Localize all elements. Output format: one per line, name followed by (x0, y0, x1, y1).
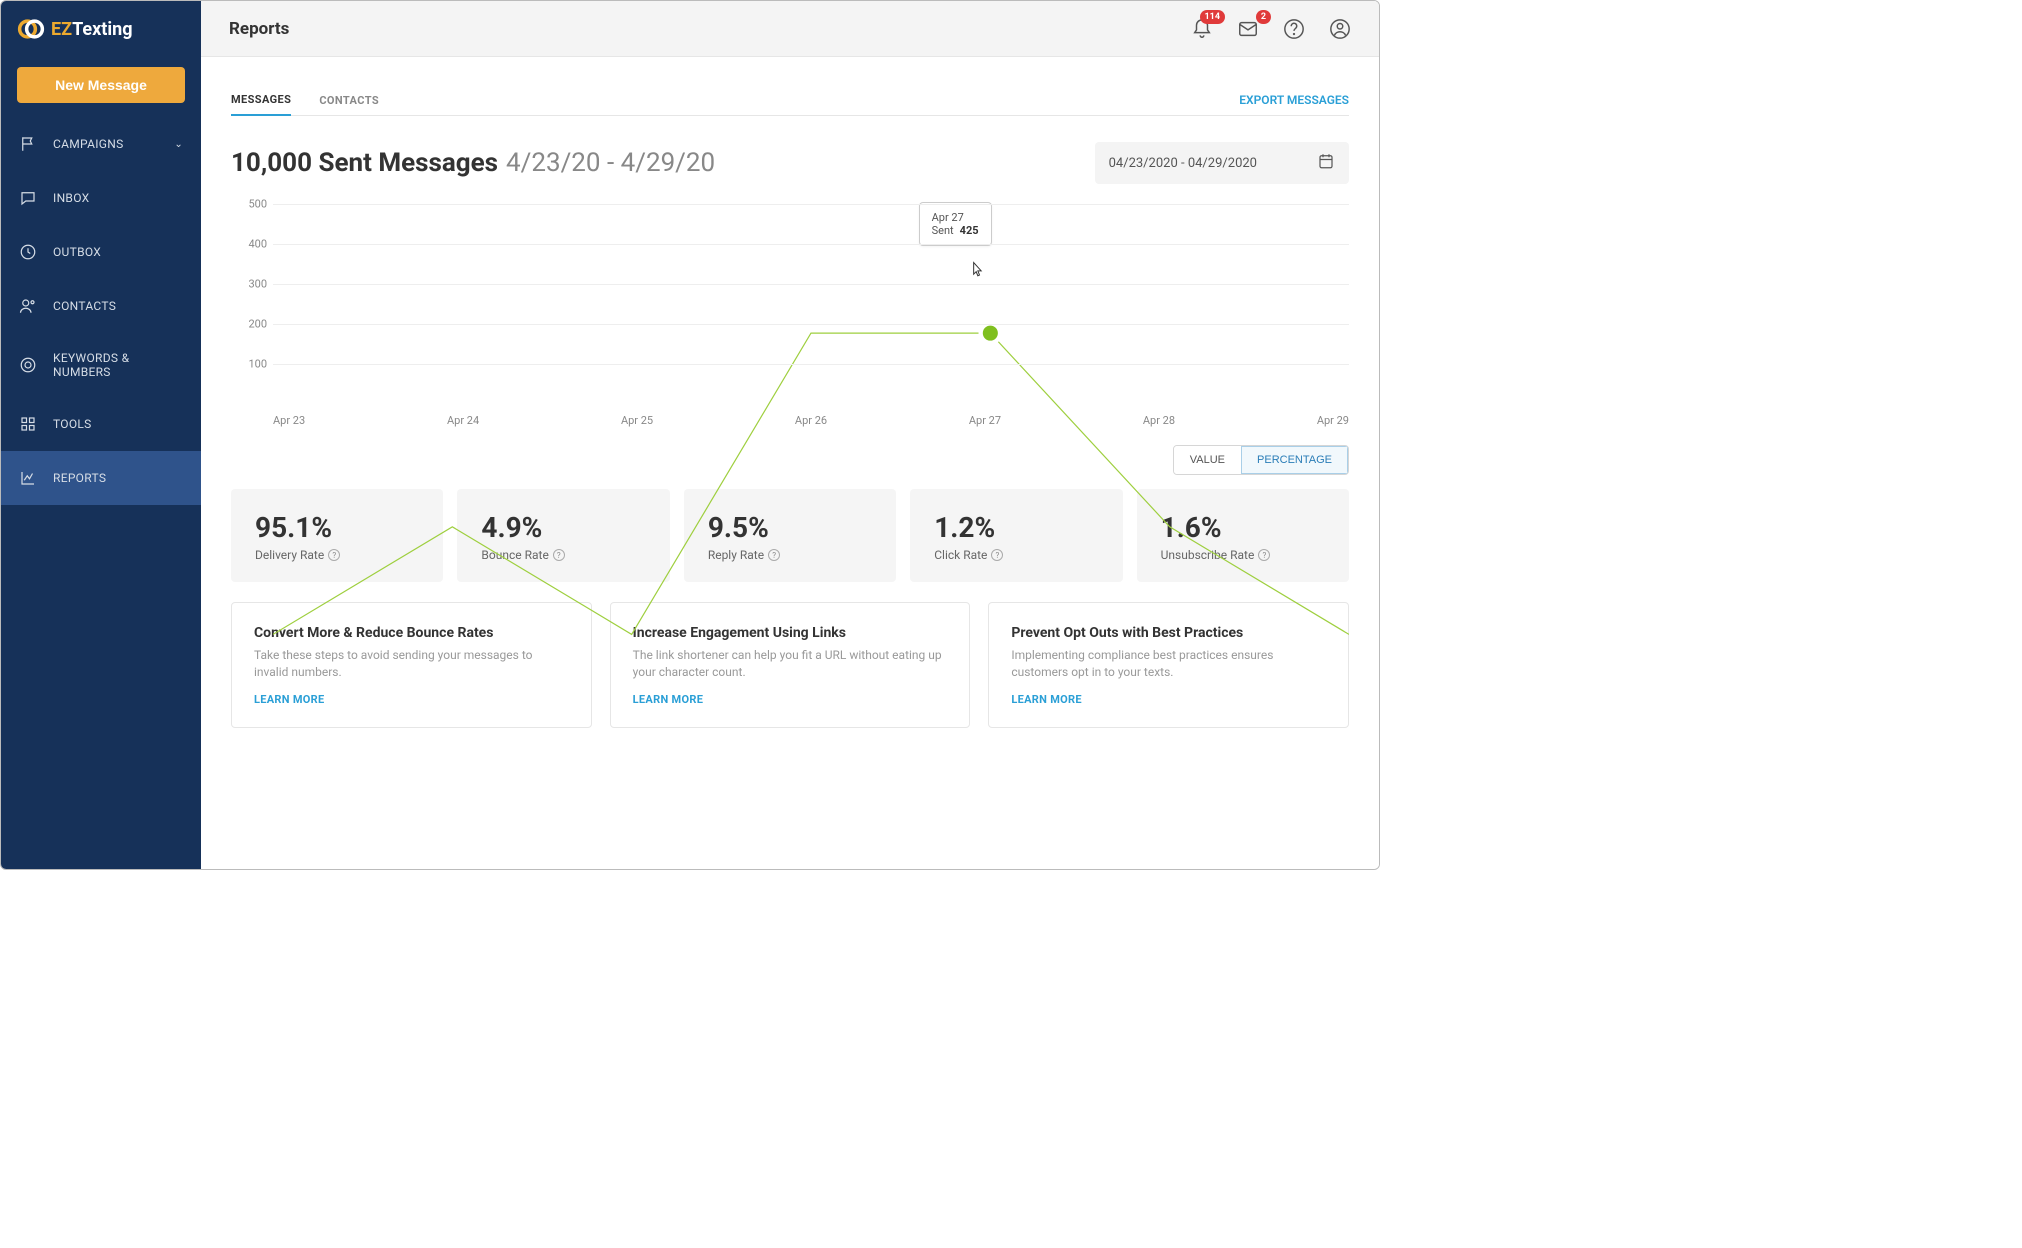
tab-contacts[interactable]: CONTACTS (319, 86, 379, 115)
chart-ytick: 200 (233, 318, 267, 331)
sidebar-item-label: REPORTS (53, 471, 106, 485)
brand-name: EZTexting (51, 19, 133, 40)
users-icon (19, 297, 37, 315)
chart-ytick: 100 (233, 358, 267, 371)
sidebar-item-reports[interactable]: REPORTS (1, 451, 201, 505)
tooltip-label: Sent (932, 224, 954, 237)
grid-icon (19, 415, 37, 433)
help-button[interactable] (1283, 18, 1305, 40)
sidebar-item-outbox[interactable]: OUTBOX (1, 225, 201, 279)
content-area: MESSAGES CONTACTS EXPORT MESSAGES 10,000… (201, 57, 1379, 869)
account-button[interactable] (1329, 18, 1351, 40)
new-message-button[interactable]: New Message (17, 67, 185, 103)
chevron-down-icon: ⌄ (174, 139, 183, 150)
chart-ytick: 300 (233, 278, 267, 291)
notifications-badge: 114 (1200, 10, 1226, 24)
target-icon (19, 356, 37, 374)
message-icon (19, 189, 37, 207)
sent-messages-chart: Apr 27 Sent425 100200300400500 Apr 23Apr… (231, 204, 1349, 427)
cursor-icon (967, 260, 987, 284)
page-heading: Reports (229, 19, 289, 39)
topbar: Reports 114 2 (201, 1, 1379, 57)
sidebar-item-tools[interactable]: TOOLS (1, 397, 201, 451)
calendar-icon (1317, 152, 1335, 174)
sidebar-item-label: TOOLS (53, 417, 92, 431)
messages-badge: 2 (1256, 10, 1271, 24)
sent-messages-range: 4/23/20 - 4/29/20 (506, 148, 715, 178)
tab-messages[interactable]: MESSAGES (231, 85, 291, 116)
app-frame: EZTexting New Message CAMPAIGNS ⌄ INBOX … (0, 0, 1380, 870)
sidebar-item-label: KEYWORDS & NUMBERS (53, 351, 183, 379)
sidebar-item-keywords[interactable]: KEYWORDS & NUMBERS (1, 333, 201, 397)
sidebar-item-label: OUTBOX (53, 245, 101, 259)
sidebar-item-label: INBOX (53, 191, 89, 205)
messages-button[interactable]: 2 (1237, 18, 1259, 40)
export-messages-link[interactable]: EXPORT MESSAGES (1239, 93, 1349, 107)
tabs-row: MESSAGES CONTACTS EXPORT MESSAGES (231, 85, 1349, 116)
chart-ytick: 400 (233, 238, 267, 251)
chart-ytick: 500 (233, 198, 267, 211)
sent-messages-count: 10,000 Sent Messages (231, 148, 498, 178)
tooltip-date: Apr 27 (932, 211, 979, 224)
notifications-button[interactable]: 114 (1191, 18, 1213, 40)
chart-icon (19, 469, 37, 487)
flag-icon (19, 135, 37, 153)
sidebar-item-label: CAMPAIGNS (53, 137, 124, 151)
tooltip-value: 425 (960, 224, 979, 237)
chart-tooltip: Apr 27 Sent 425 (919, 202, 992, 246)
sidebar-item-campaigns[interactable]: CAMPAIGNS ⌄ (1, 117, 201, 171)
sidebar: EZTexting New Message CAMPAIGNS ⌄ INBOX … (1, 1, 201, 869)
main-panel: Reports 114 2 MESSAGES (201, 1, 1379, 869)
brand-mark-icon (17, 15, 45, 43)
clock-icon (19, 243, 37, 261)
sidebar-nav: CAMPAIGNS ⌄ INBOX OUTBOX CONTACTS KEYWOR… (1, 117, 201, 505)
brand-logo: EZTexting (1, 1, 201, 57)
date-range-picker[interactable]: 04/23/2020 - 04/29/2020 (1095, 142, 1349, 184)
sidebar-item-inbox[interactable]: INBOX (1, 171, 201, 225)
sidebar-item-label: CONTACTS (53, 299, 116, 313)
sidebar-item-contacts[interactable]: CONTACTS (1, 279, 201, 333)
date-range-text: 04/23/2020 - 04/29/2020 (1109, 156, 1257, 171)
